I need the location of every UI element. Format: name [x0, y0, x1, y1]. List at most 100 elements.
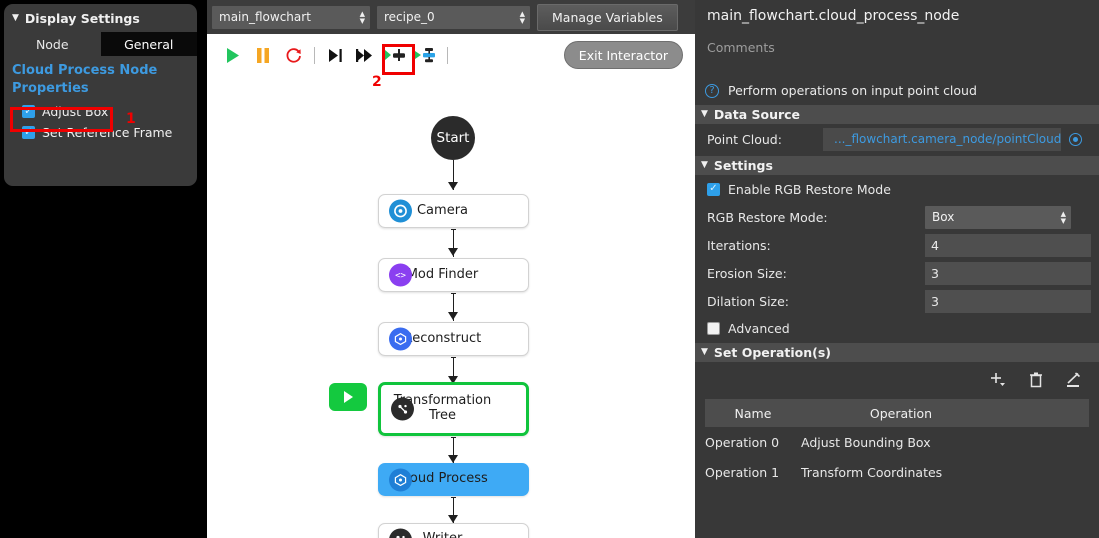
node-properties-heading: Cloud Process Node Properties	[12, 63, 158, 96]
section-data-source[interactable]: ▼ Data Source	[695, 105, 1099, 124]
node-writer[interactable]: Writer	[378, 523, 529, 538]
properties-panel: main_flowchart.cloud_process_node Commen…	[695, 0, 1099, 538]
node-mod-finder[interactable]: <> Mod Finder	[378, 258, 529, 292]
section-data-source-label: Data Source	[713, 107, 801, 122]
iterations-row: Iterations: 4	[695, 231, 1099, 259]
rgb-restore-mode-select[interactable]: Box ▲ ▼	[925, 205, 1071, 229]
adjust-box-row[interactable]: ✓ Adjust Box	[4, 101, 197, 122]
point-cloud-row: Point Cloud: ..._flowchart.camera_node/p…	[695, 124, 1099, 154]
chevron-updown-icon: ▲ ▼	[1060, 209, 1066, 225]
set-reference-frame-checkbox[interactable]: ✓	[22, 126, 35, 140]
collapse-triangle-icon[interactable]: ▼	[701, 110, 708, 119]
collapse-triangle-icon[interactable]: ▼	[701, 348, 708, 357]
arrow-icon	[448, 455, 458, 463]
operation-name: Operation 0	[705, 434, 780, 450]
rgb-restore-mode-label: RGB Restore Mode:	[707, 209, 828, 225]
recipe-select[interactable]: recipe_0 ▲ ▼	[377, 5, 530, 29]
section-settings[interactable]: ▼ Settings	[695, 156, 1099, 175]
dilation-size-row: Dilation Size: 3	[695, 287, 1099, 315]
node-start[interactable]: Start	[431, 116, 475, 160]
writer-node-icon	[389, 528, 412, 538]
enable-rgb-restore-label: Enable RGB Restore Mode	[728, 181, 891, 197]
section-settings-label: Settings	[713, 158, 773, 173]
annotation-number-2: 2	[372, 74, 382, 90]
set-reference-frame-row[interactable]: ✓ Set Reference Frame	[4, 122, 197, 143]
collapse-triangle-icon[interactable]: ▼	[701, 161, 708, 170]
step-once-icon[interactable]	[321, 41, 351, 69]
mod-finder-node-icon: <>	[389, 263, 412, 287]
adjust-box-label: Adjust Box	[42, 104, 109, 120]
column-header-operation: Operation	[869, 405, 933, 421]
flowchart-select[interactable]: main_flowchart ▲ ▼	[212, 5, 370, 29]
node-description-text: Perform operations on input point cloud	[728, 83, 977, 98]
camera-node-icon	[389, 199, 412, 223]
point-cloud-label: Point Cloud:	[707, 131, 782, 147]
operation-value: Transform Coordinates	[801, 464, 943, 480]
table-row[interactable]: Operation 1 Transform Coordinates	[705, 457, 1089, 487]
reset-icon[interactable]	[278, 41, 308, 69]
comments-input[interactable]: Comments	[695, 24, 1099, 55]
operation-name: Operation 1	[705, 464, 780, 480]
dilation-size-input[interactable]: 3	[925, 289, 1091, 313]
node-camera[interactable]: Camera	[378, 194, 529, 228]
display-settings-header[interactable]: ▼ Display Settings	[4, 4, 197, 31]
pause-icon[interactable]	[248, 41, 278, 69]
run-to-node-icon[interactable]	[381, 41, 411, 69]
node-reconstruct[interactable]: Reconstruct	[378, 322, 529, 356]
advanced-checkbox[interactable]	[707, 321, 720, 335]
iterations-input[interactable]: 4	[925, 233, 1091, 257]
exit-interactor-button[interactable]: Exit Interactor	[563, 41, 683, 69]
run-node-badge[interactable]	[329, 383, 367, 411]
step-forward-icon[interactable]	[351, 41, 381, 69]
svg-text:<>: <>	[395, 271, 406, 280]
enable-rgb-restore-row[interactable]: ✓ Enable RGB Restore Mode	[695, 175, 1099, 203]
table-row[interactable]: Operation 0 Adjust Bounding Box	[705, 427, 1089, 457]
display-settings-title: Display Settings	[24, 11, 140, 26]
point-cloud-value-field[interactable]: ..._flowchart.camera_node/pointCloud	[823, 127, 1062, 151]
section-set-operations-label: Set Operation(s)	[713, 345, 831, 360]
display-settings-panel: ▼ Display Settings Node General Cloud Pr…	[4, 4, 197, 186]
arrow-icon	[448, 182, 458, 190]
collapse-triangle-icon[interactable]: ▼	[12, 14, 19, 23]
point-cloud-target-icon[interactable]	[1069, 132, 1082, 146]
add-icon[interactable]	[989, 372, 1007, 391]
flowchart-toolbar: Exit Interactor	[207, 34, 695, 76]
node-transformation-tree[interactable]: Transformation Tree	[378, 382, 529, 436]
arrow-icon	[448, 312, 458, 320]
manage-variables-button[interactable]: Manage Variables	[537, 3, 678, 31]
help-icon[interactable]: ?	[705, 83, 719, 98]
section-set-operations[interactable]: ▼ Set Operation(s)	[695, 343, 1099, 362]
chevron-updown-icon: ▲ ▼	[519, 9, 525, 25]
enable-rgb-restore-checkbox[interactable]: ✓	[707, 182, 720, 196]
node-description: ? Perform operations on input point clou…	[695, 83, 1099, 98]
reconstruct-node-icon	[389, 327, 412, 351]
node-cloud-process[interactable]: Cloud Process	[378, 463, 529, 496]
run-from-node-icon[interactable]	[411, 41, 441, 69]
arrow-icon	[448, 248, 458, 256]
arrow-icon	[448, 515, 458, 523]
set-reference-frame-label: Set Reference Frame	[42, 125, 173, 141]
application-window: ▼ Display Settings Node General Cloud Pr…	[0, 0, 1099, 538]
set-operations-table-header: Name Operation	[705, 399, 1089, 427]
annotation-number-1: 1	[126, 111, 136, 127]
point-cloud-value: ..._flowchart.camera_node/pointCloud	[834, 132, 1062, 146]
rgb-restore-mode-value: Box	[932, 210, 955, 224]
flowchart-area: Exit Interactor Start Camera <> Mod Find…	[207, 34, 695, 538]
erosion-size-input[interactable]: 3	[925, 261, 1091, 285]
delete-icon[interactable]	[1029, 372, 1043, 391]
run-icon[interactable]	[218, 41, 248, 69]
erosion-size-row: Erosion Size: 3	[695, 259, 1099, 287]
advanced-row[interactable]: Advanced	[695, 315, 1099, 341]
recipe-select-value: recipe_0	[384, 10, 435, 24]
column-header-name: Name	[734, 405, 772, 421]
adjust-box-checkbox[interactable]: ✓	[22, 105, 35, 119]
chevron-updown-icon: ▲ ▼	[359, 9, 365, 25]
flowchart-canvas[interactable]: Start Camera <> Mod Finder Reconstruct T…	[207, 76, 695, 538]
edit-icon[interactable]	[1065, 372, 1081, 391]
tab-general[interactable]: General	[100, 32, 197, 56]
flowchart-select-value: main_flowchart	[219, 10, 311, 24]
transformation-tree-node-icon	[391, 397, 414, 421]
toolbar-separator	[314, 46, 315, 64]
top-selector-bar: main_flowchart ▲ ▼ recipe_0 ▲ ▼ Manage Var…	[207, 0, 695, 34]
tab-node[interactable]: Node	[4, 32, 101, 56]
